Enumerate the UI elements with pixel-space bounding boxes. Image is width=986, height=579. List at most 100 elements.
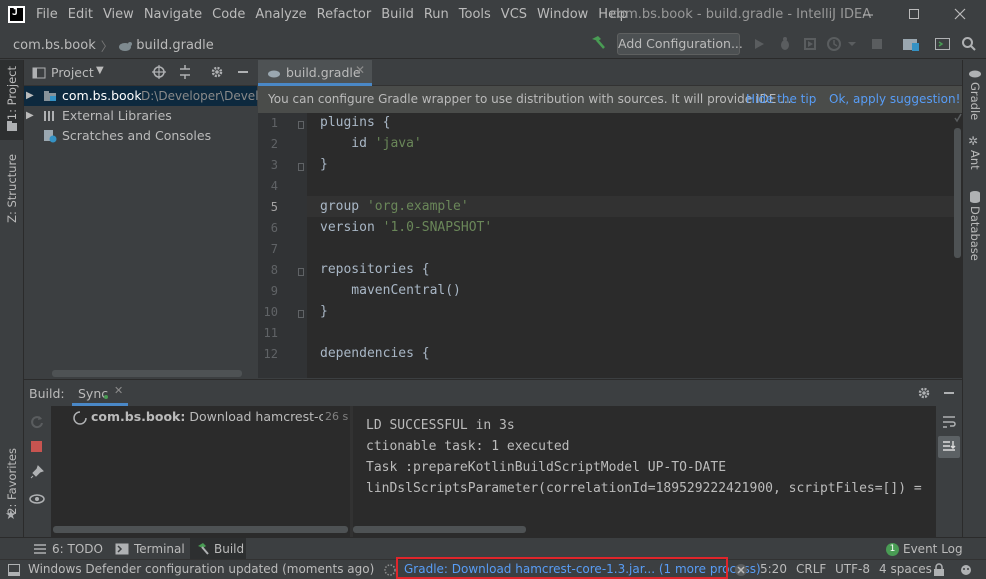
module-folder-icon [44, 91, 56, 101]
menu-bar: File Edit View Navigate Code Analyze Ref… [36, 7, 638, 22]
line-number: 8 [270, 263, 278, 277]
structure-tool-tab[interactable]: Z: Structure [0, 146, 23, 246]
build-tool-button[interactable]: Build [190, 538, 246, 560]
fold-marker-icon[interactable] [298, 268, 304, 276]
editor-vertical-scrollbar[interactable] [954, 128, 961, 258]
code-line: repositories { [320, 262, 430, 277]
menu-refactor[interactable]: Refactor [317, 7, 372, 22]
hide-tip-link[interactable]: Hide the tip [746, 86, 816, 113]
search-icon[interactable] [961, 36, 977, 52]
locate-file-icon[interactable] [151, 64, 167, 80]
project-tool-tab[interactable]: 1: Project [0, 60, 23, 140]
debug-icon[interactable] [777, 36, 793, 52]
project-structure-icon[interactable] [902, 36, 920, 52]
build-tree-scrollbar[interactable] [53, 526, 348, 533]
scroll-to-end-button[interactable] [938, 436, 960, 458]
lock-icon[interactable] [932, 563, 946, 577]
library-icon [44, 111, 54, 121]
refresh-icon[interactable] [29, 414, 45, 430]
breadcrumb-file[interactable]: build.gradle [136, 38, 214, 53]
eye-icon[interactable] [29, 491, 45, 507]
soft-wrap-icon[interactable] [941, 414, 957, 430]
console-scrollbar[interactable] [353, 526, 526, 533]
add-configuration-button[interactable]: Add Configuration... [617, 33, 743, 55]
menu-file[interactable]: File [36, 7, 58, 22]
scratches-label: Scratches and Consoles [62, 128, 212, 143]
caret-position[interactable]: 5:20 [760, 562, 787, 576]
gear-icon[interactable] [916, 385, 932, 401]
close-icon [954, 8, 966, 20]
gradle-tool-tab[interactable]: Gradle [963, 66, 986, 126]
minimize-button[interactable] [856, 4, 880, 24]
project-root-path: D:\Developer\Develo [141, 89, 266, 103]
close-tab-icon[interactable]: ✕ [114, 384, 123, 397]
favorites-tool-tab[interactable]: 2: Favorites ★ [0, 446, 23, 536]
breadcrumb-project[interactable]: com.bs.book [13, 38, 96, 53]
chevron-down-icon[interactable]: ▼ [96, 65, 104, 76]
project-horizontal-scrollbar[interactable] [52, 370, 242, 377]
expand-arrow-icon[interactable]: ▶ [26, 106, 34, 126]
ant-tool-tab[interactable]: ✲ Ant [963, 134, 986, 176]
code-string: 'java' [374, 136, 422, 151]
tree-item-external-libraries[interactable]: ▶ External Libraries [24, 106, 257, 126]
stop-icon[interactable] [870, 37, 884, 51]
run-options-dropdown-icon[interactable] [846, 38, 862, 50]
build-hammer-icon[interactable] [589, 34, 607, 52]
tree-item-scratches[interactable]: Scratches and Consoles [24, 126, 257, 146]
menu-code[interactable]: Code [212, 7, 245, 22]
build-task-name: com.bs.book: [91, 409, 186, 424]
menu-build[interactable]: Build [381, 7, 414, 22]
code-text: group [320, 199, 367, 214]
pin-icon[interactable] [29, 464, 45, 480]
run-icon[interactable] [752, 37, 766, 51]
todo-tool-button[interactable]: 6: TODO [33, 540, 103, 558]
apply-suggestion-link[interactable]: Ok, apply suggestion! [829, 86, 960, 113]
fold-marker-icon[interactable] [298, 310, 304, 318]
menu-navigate[interactable]: Navigate [144, 7, 202, 22]
menu-edit[interactable]: Edit [68, 7, 93, 22]
inspector-icon[interactable] [958, 563, 974, 577]
tab-build-gradle[interactable]: build.gradle ✕ [258, 60, 372, 86]
status-message[interactable]: Windows Defender configuration updated (… [28, 562, 374, 576]
line-separator[interactable]: CRLF [796, 562, 826, 576]
profile-icon[interactable] [826, 36, 842, 52]
console-line: LD SUCCESSFUL in 3s [366, 418, 515, 433]
tree-item-project-root[interactable]: ▶ com.bs.book D:\Developer\Develo [24, 86, 266, 106]
minimize-icon [863, 14, 873, 16]
cancel-process-icon[interactable] [733, 563, 749, 577]
close-tab-icon[interactable]: ✕ [355, 63, 365, 77]
code-line: dependencies { [320, 346, 430, 361]
indent-setting[interactable]: 4 spaces [879, 562, 932, 576]
project-view-selector[interactable]: Project [51, 65, 94, 80]
hide-panel-icon[interactable] [236, 64, 250, 80]
hide-panel-icon[interactable] [942, 385, 956, 401]
bottom-tool-bar: 6: TODO Terminal Build 1 Event Log [0, 537, 986, 560]
collapse-all-icon[interactable] [177, 64, 193, 80]
menu-window[interactable]: Window [537, 7, 588, 22]
build-console-output[interactable]: LD SUCCESSFUL in 3s ctionable task: 1 ex… [353, 406, 936, 537]
menu-view[interactable]: View [103, 7, 134, 22]
expand-arrow-icon[interactable]: ▶ [26, 86, 34, 106]
presentation-mode-icon[interactable] [934, 36, 952, 52]
database-tool-tab[interactable]: Database [963, 188, 986, 268]
gear-icon[interactable] [209, 64, 225, 80]
run-with-coverage-icon[interactable] [802, 36, 818, 52]
menu-tools[interactable]: Tools [459, 7, 491, 22]
stop-icon[interactable] [30, 440, 44, 454]
code-text: plugins { [320, 115, 391, 130]
tab-sync[interactable]: Sync ✕ [72, 380, 128, 406]
menu-run[interactable]: Run [424, 7, 449, 22]
file-encoding[interactable]: UTF-8 [835, 562, 870, 576]
fold-marker-icon[interactable] [298, 121, 304, 129]
banner-text: You can configure Gradle wrapper to use … [268, 92, 792, 106]
terminal-tool-button[interactable]: Terminal [115, 540, 185, 558]
menu-vcs[interactable]: VCS [501, 7, 527, 22]
close-window-button[interactable] [948, 4, 972, 24]
event-log-button[interactable]: 1 Event Log [886, 540, 963, 558]
event-count-badge: 1 [886, 542, 899, 556]
fold-marker-icon[interactable] [298, 163, 304, 171]
toggle-tool-windows-icon[interactable] [7, 563, 21, 577]
maximize-button[interactable] [902, 4, 926, 24]
menu-analyze[interactable]: Analyze [255, 7, 306, 22]
code-line: version '1.0-SNAPSHOT' [320, 220, 492, 235]
